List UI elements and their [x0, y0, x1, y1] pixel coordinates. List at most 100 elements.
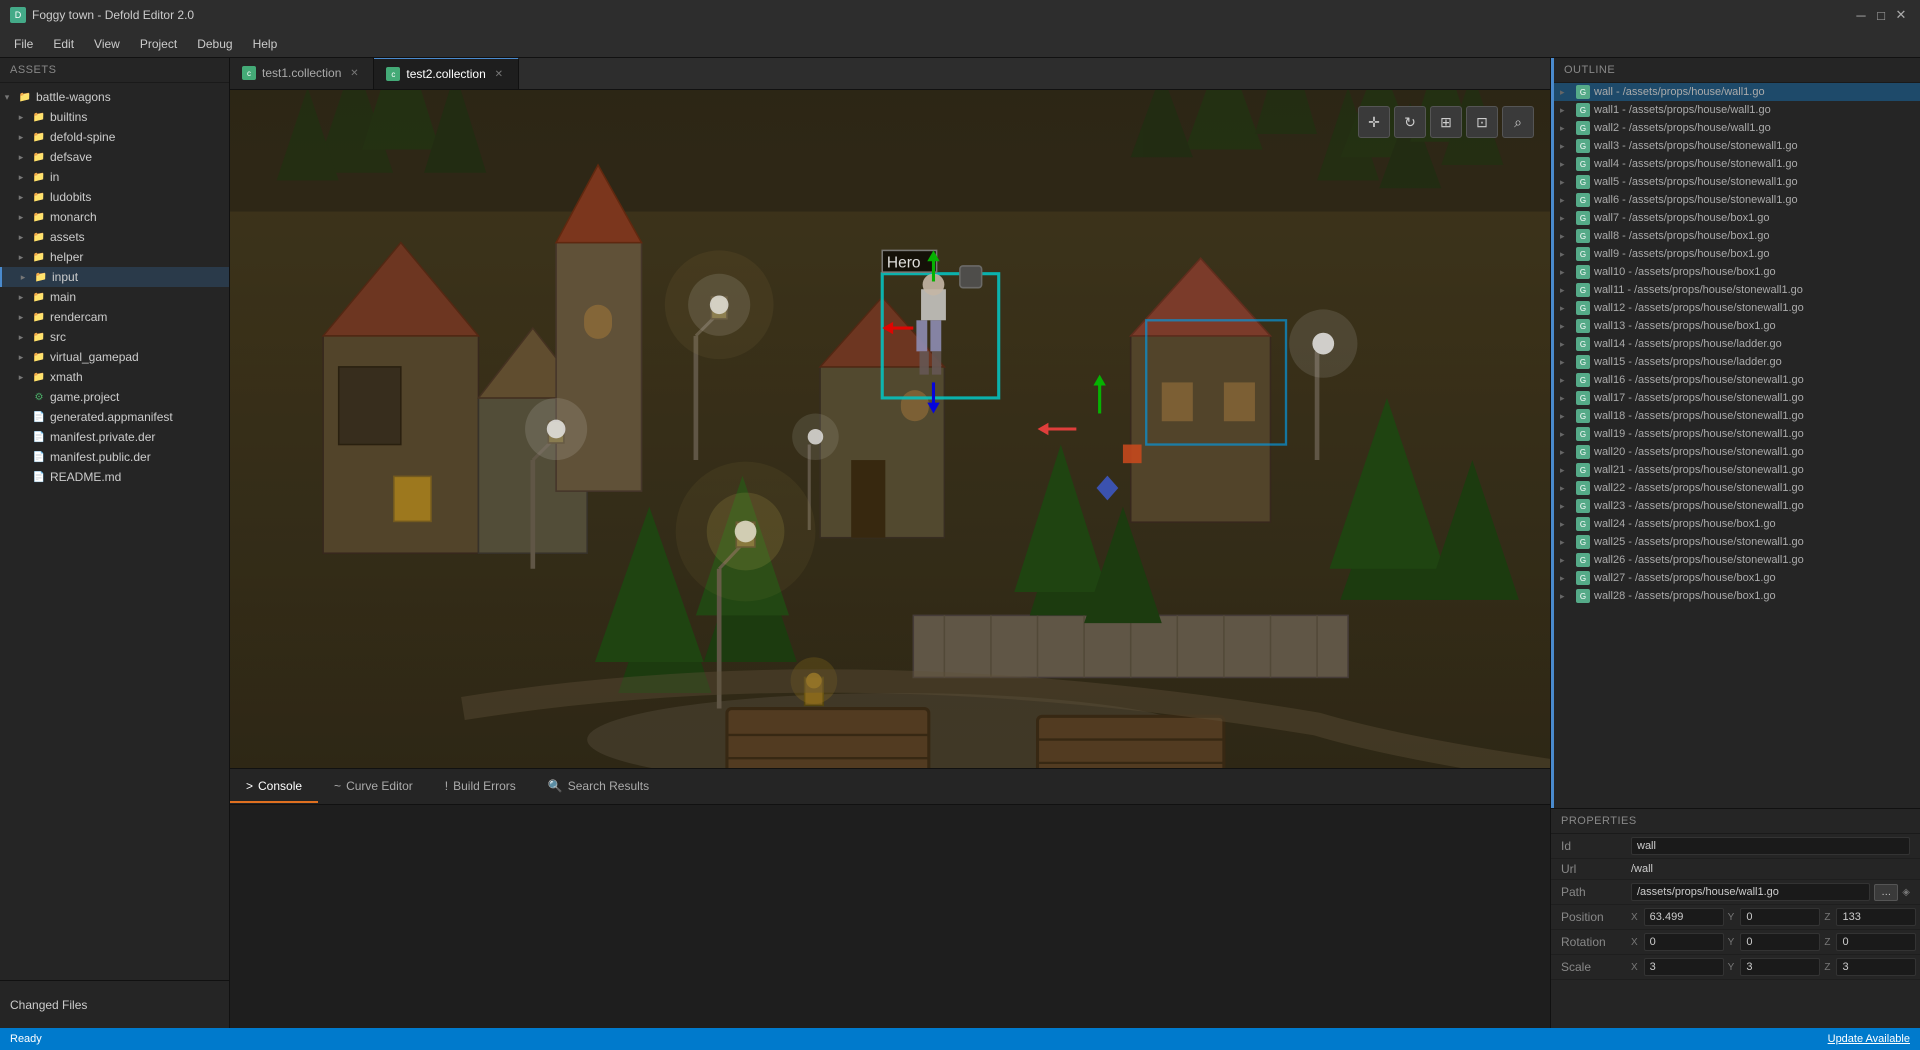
tree-item-assets[interactable]: ▸ 📁 assets [0, 227, 229, 247]
tree-item-battle-wagons[interactable]: ▾ 📁 battle-wagons [0, 87, 229, 107]
bottom-tab-console[interactable]: > Console [230, 771, 318, 803]
tree-item-virtual_gamepad[interactable]: ▸ 📁 virtual_gamepad [0, 347, 229, 367]
bottom-tab-curve-editor[interactable]: ~ Curve Editor [318, 771, 429, 803]
tree-item-generated-appmanifest[interactable]: 📄 generated.appmanifest [0, 407, 229, 427]
menu-debug[interactable]: Debug [187, 33, 242, 55]
tree-item-rendercam[interactable]: ▸ 📁 rendercam [0, 307, 229, 327]
outline-item-wall17[interactable]: ▸ G wall17 - /assets/props/house/stonewa… [1554, 389, 1920, 407]
tree-item-helper[interactable]: ▸ 📁 helper [0, 247, 229, 267]
tree-arrow [14, 430, 28, 444]
outline-icon: G [1576, 319, 1590, 333]
assets-tree[interactable]: ▾ 📁 battle-wagons ▸ 📁 builtins ▸ 📁 defol… [0, 83, 229, 980]
bottom-tab-search-results[interactable]: 🔍 Search Results [532, 771, 665, 803]
menu-view[interactable]: View [84, 33, 130, 55]
zoom-button[interactable]: ⌕ [1502, 106, 1534, 138]
tree-item-builtins[interactable]: ▸ 📁 builtins [0, 107, 229, 127]
outline-item-wall20[interactable]: ▸ G wall20 - /assets/props/house/stonewa… [1554, 443, 1920, 461]
tree-item-ludobits[interactable]: ▸ 📁 ludobits [0, 187, 229, 207]
outline-item-wall3[interactable]: ▸ G wall3 - /assets/props/house/stonewal… [1554, 137, 1920, 155]
tab-close-test2[interactable]: ✕ [492, 67, 506, 81]
tree-item-manifest-private[interactable]: 📄 manifest.private.der [0, 427, 229, 447]
scale-tool-button[interactable]: ⊞ [1430, 106, 1462, 138]
update-available-link[interactable]: Update Available [1828, 1033, 1910, 1045]
outline-item-wall24[interactable]: ▸ G wall24 - /assets/props/house/box1.go [1554, 515, 1920, 533]
prop-pos-y[interactable] [1740, 908, 1820, 926]
outline-item-wall[interactable]: ▸ G wall - /assets/props/house/wall1.go [1554, 83, 1920, 101]
outline-item-wall15[interactable]: ▸ G wall15 - /assets/props/house/ladder.… [1554, 353, 1920, 371]
prop-rot-z[interactable] [1836, 933, 1916, 951]
prop-scale-z[interactable] [1836, 958, 1916, 976]
outline-item-wall13[interactable]: ▸ G wall13 - /assets/props/house/box1.go [1554, 317, 1920, 335]
outline-item-wall25[interactable]: ▸ G wall25 - /assets/props/house/stonewa… [1554, 533, 1920, 551]
outline-item-wall5[interactable]: ▸ G wall5 - /assets/props/house/stonewal… [1554, 173, 1920, 191]
bottom-tab-build-errors[interactable]: ! Build Errors [429, 771, 532, 803]
outline-header: Outline [1554, 58, 1920, 83]
editor-tab-test1[interactable]: c test1.collection ✕ [230, 58, 374, 89]
outline-list[interactable]: ▸ G wall - /assets/props/house/wall1.go … [1554, 83, 1920, 808]
outline-item-wall27[interactable]: ▸ G wall27 - /assets/props/house/box1.go [1554, 569, 1920, 587]
outline-icon: G [1576, 499, 1590, 513]
rotate-tool-button[interactable]: ↻ [1394, 106, 1426, 138]
outline-item-wall7[interactable]: ▸ G wall7 - /assets/props/house/box1.go [1554, 209, 1920, 227]
prop-scale-y[interactable] [1740, 958, 1820, 976]
prop-row-position: Position X Y Z [1551, 905, 1920, 930]
outline-icon: G [1576, 121, 1590, 135]
tree-item-xmath[interactable]: ▸ 📁 xmath [0, 367, 229, 387]
outline-icon: G [1576, 193, 1590, 207]
move-tool-button[interactable]: ✛ [1358, 106, 1390, 138]
prop-path-pin[interactable]: ◈ [1902, 887, 1910, 898]
tree-item-input[interactable]: ▸ 📁 input [0, 267, 229, 287]
outline-item-wall16[interactable]: ▸ G wall16 - /assets/props/house/stonewa… [1554, 371, 1920, 389]
outline-item-wall14[interactable]: ▸ G wall14 - /assets/props/house/ladder.… [1554, 335, 1920, 353]
prop-pos-x[interactable] [1644, 908, 1724, 926]
tree-item-defsave[interactable]: ▸ 📁 defsave [0, 147, 229, 167]
editor-tab-test2[interactable]: c test2.collection ✕ [374, 58, 518, 89]
prop-rot-y[interactable] [1740, 933, 1820, 951]
prop-path-field[interactable] [1631, 883, 1870, 901]
tree-item-manifest-public[interactable]: 📄 manifest.public.der [0, 447, 229, 467]
outline-item-wall19[interactable]: ▸ G wall19 - /assets/props/house/stonewa… [1554, 425, 1920, 443]
world-space-button[interactable]: ⊡ [1466, 106, 1498, 138]
prop-pos-z[interactable] [1836, 908, 1916, 926]
tree-item-main[interactable]: ▸ 📁 main [0, 287, 229, 307]
prop-rot-x[interactable] [1644, 933, 1724, 951]
menu-help[interactable]: Help [243, 33, 288, 55]
outline-item-wall28[interactable]: ▸ G wall28 - /assets/props/house/box1.go [1554, 587, 1920, 605]
outline-item-wall2[interactable]: ▸ G wall2 - /assets/props/house/wall1.go [1554, 119, 1920, 137]
prop-input-id [1631, 837, 1910, 855]
title-left: D Foggy town - Defold Editor 2.0 [10, 7, 194, 23]
outline-item-wall1[interactable]: ▸ G wall1 - /assets/props/house/wall1.go [1554, 101, 1920, 119]
outline-item-wall23[interactable]: ▸ G wall23 - /assets/props/house/stonewa… [1554, 497, 1920, 515]
outline-item-wall26[interactable]: ▸ G wall26 - /assets/props/house/stonewa… [1554, 551, 1920, 569]
maximize-button[interactable]: □ [1872, 6, 1890, 24]
prop-id-field[interactable] [1631, 837, 1910, 855]
menu-file[interactable]: File [4, 33, 43, 55]
menu-edit[interactable]: Edit [43, 33, 84, 55]
outline-item-wall9[interactable]: ▸ G wall9 - /assets/props/house/box1.go [1554, 245, 1920, 263]
tree-item-in[interactable]: ▸ 📁 in [0, 167, 229, 187]
prop-scale-x[interactable] [1644, 958, 1724, 976]
close-button[interactable]: ✕ [1892, 6, 1910, 24]
viewport[interactable]: Hero [230, 90, 1550, 768]
menu-project[interactable]: Project [130, 33, 187, 55]
tree-item-monarch[interactable]: ▸ 📁 monarch [0, 207, 229, 227]
tree-item-readme[interactable]: 📄 README.md [0, 467, 229, 487]
tree-item-src[interactable]: ▸ 📁 src [0, 327, 229, 347]
outline-item-wall4[interactable]: ▸ G wall4 - /assets/props/house/stonewal… [1554, 155, 1920, 173]
tree-item-defold-spine[interactable]: ▸ 📁 defold-spine [0, 127, 229, 147]
tree-item-game-project[interactable]: ⚙ game.project [0, 387, 229, 407]
minimize-button[interactable]: ─ [1852, 6, 1870, 24]
outline-label: wall24 - /assets/props/house/box1.go [1594, 518, 1776, 530]
tab-close-test1[interactable]: ✕ [347, 66, 361, 80]
outline-item-wall21[interactable]: ▸ G wall21 - /assets/props/house/stonewa… [1554, 461, 1920, 479]
outline-item-wall8[interactable]: ▸ G wall8 - /assets/props/house/box1.go [1554, 227, 1920, 245]
outline-item-wall6[interactable]: ▸ G wall6 - /assets/props/house/stonewal… [1554, 191, 1920, 209]
outline-label: wall23 - /assets/props/house/stonewall1.… [1594, 500, 1804, 512]
outline-item-wall22[interactable]: ▸ G wall22 - /assets/props/house/stonewa… [1554, 479, 1920, 497]
outline-item-wall18[interactable]: ▸ G wall18 - /assets/props/house/stonewa… [1554, 407, 1920, 425]
rot-x-axis: X [1631, 937, 1638, 948]
outline-item-wall12[interactable]: ▸ G wall12 - /assets/props/house/stonewa… [1554, 299, 1920, 317]
outline-item-wall11[interactable]: ▸ G wall11 - /assets/props/house/stonewa… [1554, 281, 1920, 299]
outline-item-wall10[interactable]: ▸ G wall10 - /assets/props/house/box1.go [1554, 263, 1920, 281]
prop-path-browse-button[interactable]: … [1874, 884, 1898, 901]
